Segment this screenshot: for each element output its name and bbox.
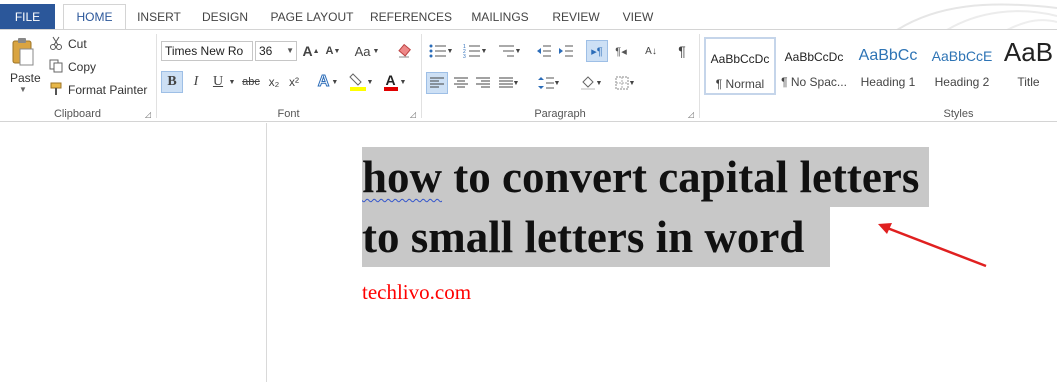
font-size-combo[interactable]: 36 ▼ (255, 41, 297, 61)
tab-view[interactable]: VIEW (617, 5, 659, 30)
tab-page-layout[interactable]: PAGE LAYOUT (266, 5, 358, 30)
multilevel-list-icon[interactable]: ▼ (494, 40, 524, 62)
style-name: ¶ Normal (715, 77, 765, 91)
document-page[interactable]: how to convert capital letters to small … (268, 123, 1057, 382)
paragraph-group: ▼ 1 2 3 ▼ ▼ ▸¶ ¶◂ A↓ ¶ ▼ ▼ ▼ ▼ Paragraph… (422, 30, 698, 122)
scissors-icon (48, 35, 64, 51)
increase-indent-icon[interactable] (556, 40, 576, 62)
ribbon-home: Paste ▼ Cut Copy Format Painter Clipboar… (0, 29, 1057, 122)
group-divider (699, 34, 700, 118)
underline-dropdown-icon[interactable]: ▼ (227, 71, 237, 93)
ribbon-tab-bar: FILE HOME INSERT DESIGN PAGE LAYOUT REFE… (0, 0, 1057, 30)
font-name-combo[interactable]: Times New Ro (161, 41, 253, 61)
format-painter-button[interactable]: Format Painter (68, 83, 147, 97)
style-sample: AaBbCcDc (784, 50, 844, 64)
word-window: FILE HOME INSERT DESIGN PAGE LAYOUT REFE… (0, 0, 1057, 382)
font-size-value: 36 (259, 44, 273, 58)
heading-line-1[interactable]: how to convert capital letters (362, 147, 930, 207)
tab-insert[interactable]: INSERT (133, 5, 185, 30)
italic-button[interactable]: I (187, 71, 205, 93)
right-to-left-icon[interactable]: ¶◂ (610, 40, 632, 62)
clipboard-group-label: Clipboard (53, 108, 102, 120)
tab-mailings[interactable]: MAILINGS (465, 5, 535, 30)
styles-group-label: Styles (943, 108, 974, 120)
selected-text-line-1: how to convert capital letters (362, 147, 930, 207)
copy-button[interactable]: Copy (68, 60, 96, 74)
underline-button[interactable]: U (209, 71, 227, 93)
chevron-down-icon[interactable]: ▼ (286, 42, 294, 60)
line-spacing-icon[interactable]: ▼ (534, 72, 564, 94)
show-formatting-marks-icon[interactable]: ¶ (672, 40, 692, 62)
tab-file[interactable]: FILE (0, 4, 55, 30)
navigation-pane (0, 123, 267, 382)
shrink-font-icon[interactable]: A ▼ (325, 42, 341, 60)
clear-formatting-icon[interactable] (395, 42, 413, 60)
borders-icon[interactable]: ▼ (610, 72, 640, 94)
site-name: techlivo.com (362, 280, 472, 304)
ribbon-background-art (896, 3, 1057, 30)
spellcheck-word: how (362, 152, 443, 202)
heading-line-1-rest: to convert capital letters (442, 152, 920, 202)
clipboard-launcher-icon[interactable]: ◿ (145, 110, 151, 119)
grow-font-icon[interactable]: A ▲ (302, 42, 319, 60)
svg-text:3: 3 (463, 54, 466, 59)
tab-review[interactable]: REVIEW (549, 5, 603, 30)
decrease-indent-icon[interactable] (534, 40, 554, 62)
annotation-arrow (878, 223, 987, 268)
tab-home[interactable]: HOME (63, 4, 126, 30)
paragraph-launcher-icon[interactable]: ◿ (688, 110, 694, 119)
font-group: Times New Ro 36 ▼ A ▲ A ▼ Aa ▼ B I U ▼ abc … (157, 30, 420, 122)
shading-icon[interactable]: ▼ (576, 72, 606, 94)
text-highlight-color-icon[interactable]: ▼ (347, 71, 375, 93)
align-center-icon[interactable] (450, 72, 472, 94)
subscript-button[interactable]: x₂ (265, 71, 283, 93)
copy-icon (48, 58, 64, 74)
bold-button[interactable]: B (161, 71, 183, 93)
format-painter-icon (48, 81, 64, 97)
align-left-icon[interactable] (426, 72, 448, 94)
styles-group: Styles (860, 30, 1057, 122)
font-name-value: Times New Ro (165, 44, 244, 58)
tab-references[interactable]: REFERENCES (370, 5, 452, 30)
font-color-icon[interactable]: A ▼ (381, 71, 409, 93)
tab-design[interactable]: DESIGN (197, 5, 253, 30)
sort-icon[interactable]: A↓ (640, 40, 662, 62)
style-normal[interactable]: AaBbCcDc ¶ Normal (704, 37, 776, 95)
selected-text-line-2: to small letters in word (362, 207, 831, 267)
align-right-icon[interactable] (472, 72, 494, 94)
left-to-right-icon[interactable]: ▸¶ (586, 40, 608, 62)
change-case-icon[interactable]: Aa ▼ (353, 42, 381, 60)
paste-dropdown-icon[interactable]: ▼ (19, 85, 27, 94)
bullets-icon[interactable]: ▼ (426, 40, 456, 62)
style-no-spacing[interactable]: AaBbCcDc ¶ No Spac... (778, 37, 850, 95)
style-sample: AaBbCcDc (710, 52, 770, 66)
strikethrough-button[interactable]: abc (240, 71, 262, 93)
superscript-button[interactable]: x² (285, 71, 303, 93)
text-effects-icon[interactable]: A ▼ (315, 71, 341, 93)
font-group-label: Font (277, 108, 300, 120)
justify-icon[interactable]: ▼ (494, 72, 524, 94)
style-name: ¶ No Spac... (781, 75, 847, 89)
clipboard-group: Paste ▼ Cut Copy Format Painter Clipboar… (0, 30, 155, 122)
font-launcher-icon[interactable]: ◿ (410, 110, 416, 119)
paragraph-group-label: Paragraph (534, 108, 586, 120)
numbering-icon[interactable]: 1 2 3 ▼ (460, 40, 490, 62)
heading-line-2[interactable]: to small letters in word (362, 207, 831, 267)
cut-button[interactable]: Cut (68, 37, 87, 51)
paste-button[interactable]: Paste (10, 71, 41, 85)
paste-icon[interactable] (10, 36, 36, 68)
